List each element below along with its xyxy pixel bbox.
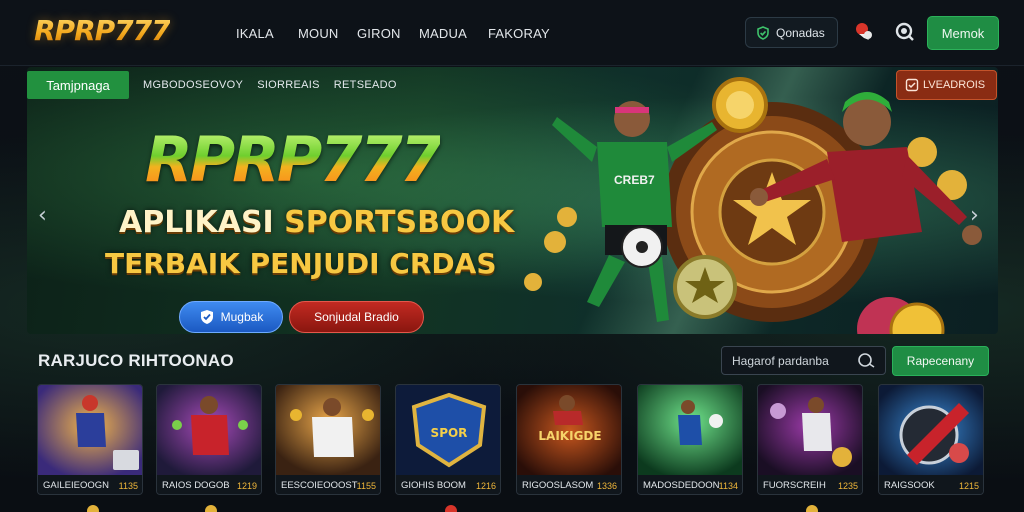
nav-item-4[interactable]: MADUA — [419, 26, 467, 41]
game-count: 1134 — [718, 480, 738, 491]
hero-tabs: Tamjpnaga MGBODOSEOVOY SIORREAIS RETSEAD… — [27, 71, 397, 99]
game-caption: GIOHIS BOOM 1216 — [396, 475, 500, 494]
game-caption: FUORSCREIH 1235 — [758, 475, 862, 494]
game-caption: RAIGSOOK 1215 — [879, 475, 983, 494]
hero-headline-2: TERBAIK PENJUDI CRDAS — [105, 247, 497, 280]
game-card[interactable]: EESCOIEOOOST 1155 — [275, 384, 381, 495]
hero-primary-label: Mugbak — [220, 310, 264, 324]
notification-icon[interactable] — [852, 20, 876, 44]
game-art-label: LAIKIGDE — [538, 429, 601, 443]
game-name: RIGOOSLASOM — [522, 480, 594, 491]
site-logo[interactable]: RPRP777 — [34, 14, 171, 47]
hero-banner[interactable]: Tamjpnaga MGBODOSEOVOY SIORREAIS RETSEAD… — [27, 67, 998, 334]
shield-icon — [200, 310, 213, 324]
game-caption: RIGOOSLASOM 1336 — [517, 475, 621, 494]
game-thumbnail — [38, 385, 142, 475]
game-count: 1235 — [837, 480, 858, 491]
game-count: 1216 — [475, 480, 496, 491]
game-thumbnail — [879, 385, 983, 475]
game-card[interactable]: LAIKIGDE RIGOOSLASOM 1336 — [516, 384, 622, 495]
account-pill-button[interactable]: Qonadas — [745, 17, 838, 48]
hero-illustration: CREB7 — [524, 77, 982, 334]
game-name: GIOHIS BOOM — [401, 480, 466, 491]
hero-logo: RPRP777 — [145, 123, 443, 196]
game-name: GAILEIEOOGN — [43, 480, 109, 491]
game-card[interactable]: FUORSCREIH 1235 — [757, 384, 863, 495]
game-card[interactable]: SPOR GIOHIS BOOM 1216 — [395, 384, 501, 495]
account-pill-label: Qonadas — [776, 25, 825, 40]
search-placeholder: Hagarof pardanba — [732, 353, 829, 368]
filter-button[interactable]: Rapecenany — [892, 346, 989, 376]
game-name: EESCOIEOOOST — [281, 480, 358, 491]
hero-tab-3[interactable]: RETSEADO — [334, 79, 397, 91]
game-thumbnail: LAIKIGDE — [517, 385, 621, 475]
game-name: MADOSDEDOON — [643, 480, 720, 491]
game-name: FUORSCREIH — [763, 480, 826, 491]
hero-tab-active[interactable]: Tamjpnaga — [27, 71, 129, 99]
jersey-text: CREB7 — [614, 173, 655, 187]
game-count: 1135 — [118, 480, 138, 491]
game-thumbnail — [157, 385, 261, 475]
search-icon[interactable] — [857, 353, 875, 369]
section-title: RARJUCO RIHTOONAO — [38, 351, 234, 370]
game-count: 1336 — [596, 480, 617, 491]
nav-item-5[interactable]: FAKORAY — [488, 26, 568, 41]
hero-tab-1[interactable]: MGBODOSEOVOY — [143, 79, 243, 91]
hero-primary-button[interactable]: Mugbak — [179, 301, 283, 333]
game-thumbnail — [758, 385, 862, 475]
member-button[interactable]: Memok — [927, 16, 999, 50]
hero-tab-2[interactable]: SIORREAIS — [257, 79, 320, 91]
game-name: RAIGSOOK — [884, 480, 935, 491]
top-header: RPRP777 IKALA MOUN GIRON MADUA FAKORAY Q… — [0, 0, 1024, 66]
nav-item-1[interactable]: IKALA — [236, 26, 274, 41]
hero-headline-1a: APLIKASI — [119, 205, 274, 240]
hero-headline-1b: SPORTSBOOK — [284, 205, 515, 240]
game-card[interactable]: MADOSDEDOON 1134 — [637, 384, 743, 495]
nav-item-2[interactable]: MOUN — [298, 26, 339, 41]
nav-item-3[interactable]: GIRON — [357, 26, 401, 41]
game-caption: RAIOS DOGOB 1219 — [157, 475, 261, 494]
game-count: 1155 — [356, 480, 376, 491]
game-thumbnail — [638, 385, 742, 475]
game-card[interactable]: RAIOS DOGOB 1219 — [156, 384, 262, 495]
shield-check-icon — [757, 25, 769, 40]
game-search-input[interactable]: Hagarof pardanba — [721, 346, 886, 375]
game-card[interactable]: RAIGSOOK 1215 — [878, 384, 984, 495]
game-thumbnail: SPOR — [396, 385, 500, 475]
game-caption: GAILEIEOOGN 1135 — [38, 475, 142, 494]
game-card[interactable]: GAILEIEOOGN 1135 — [37, 384, 143, 495]
carousel-prev-icon[interactable]: ‹ — [38, 203, 47, 228]
search-icon[interactable] — [893, 20, 917, 44]
game-caption: MADOSDEDOON 1134 — [638, 475, 742, 494]
game-caption: EESCOIEOOOST 1155 — [276, 475, 380, 494]
game-art-label: SPOR — [431, 426, 468, 440]
game-count: 1219 — [236, 480, 257, 491]
game-count: 1215 — [958, 480, 979, 491]
game-thumbnail — [276, 385, 380, 475]
next-row-peek — [87, 505, 818, 512]
game-name: RAIOS DOGOB — [162, 480, 230, 491]
hero-headline-1: APLIKASI SPORTSBOOK — [119, 205, 514, 240]
hero-secondary-button[interactable]: Sonjudal Bradio — [289, 301, 424, 333]
